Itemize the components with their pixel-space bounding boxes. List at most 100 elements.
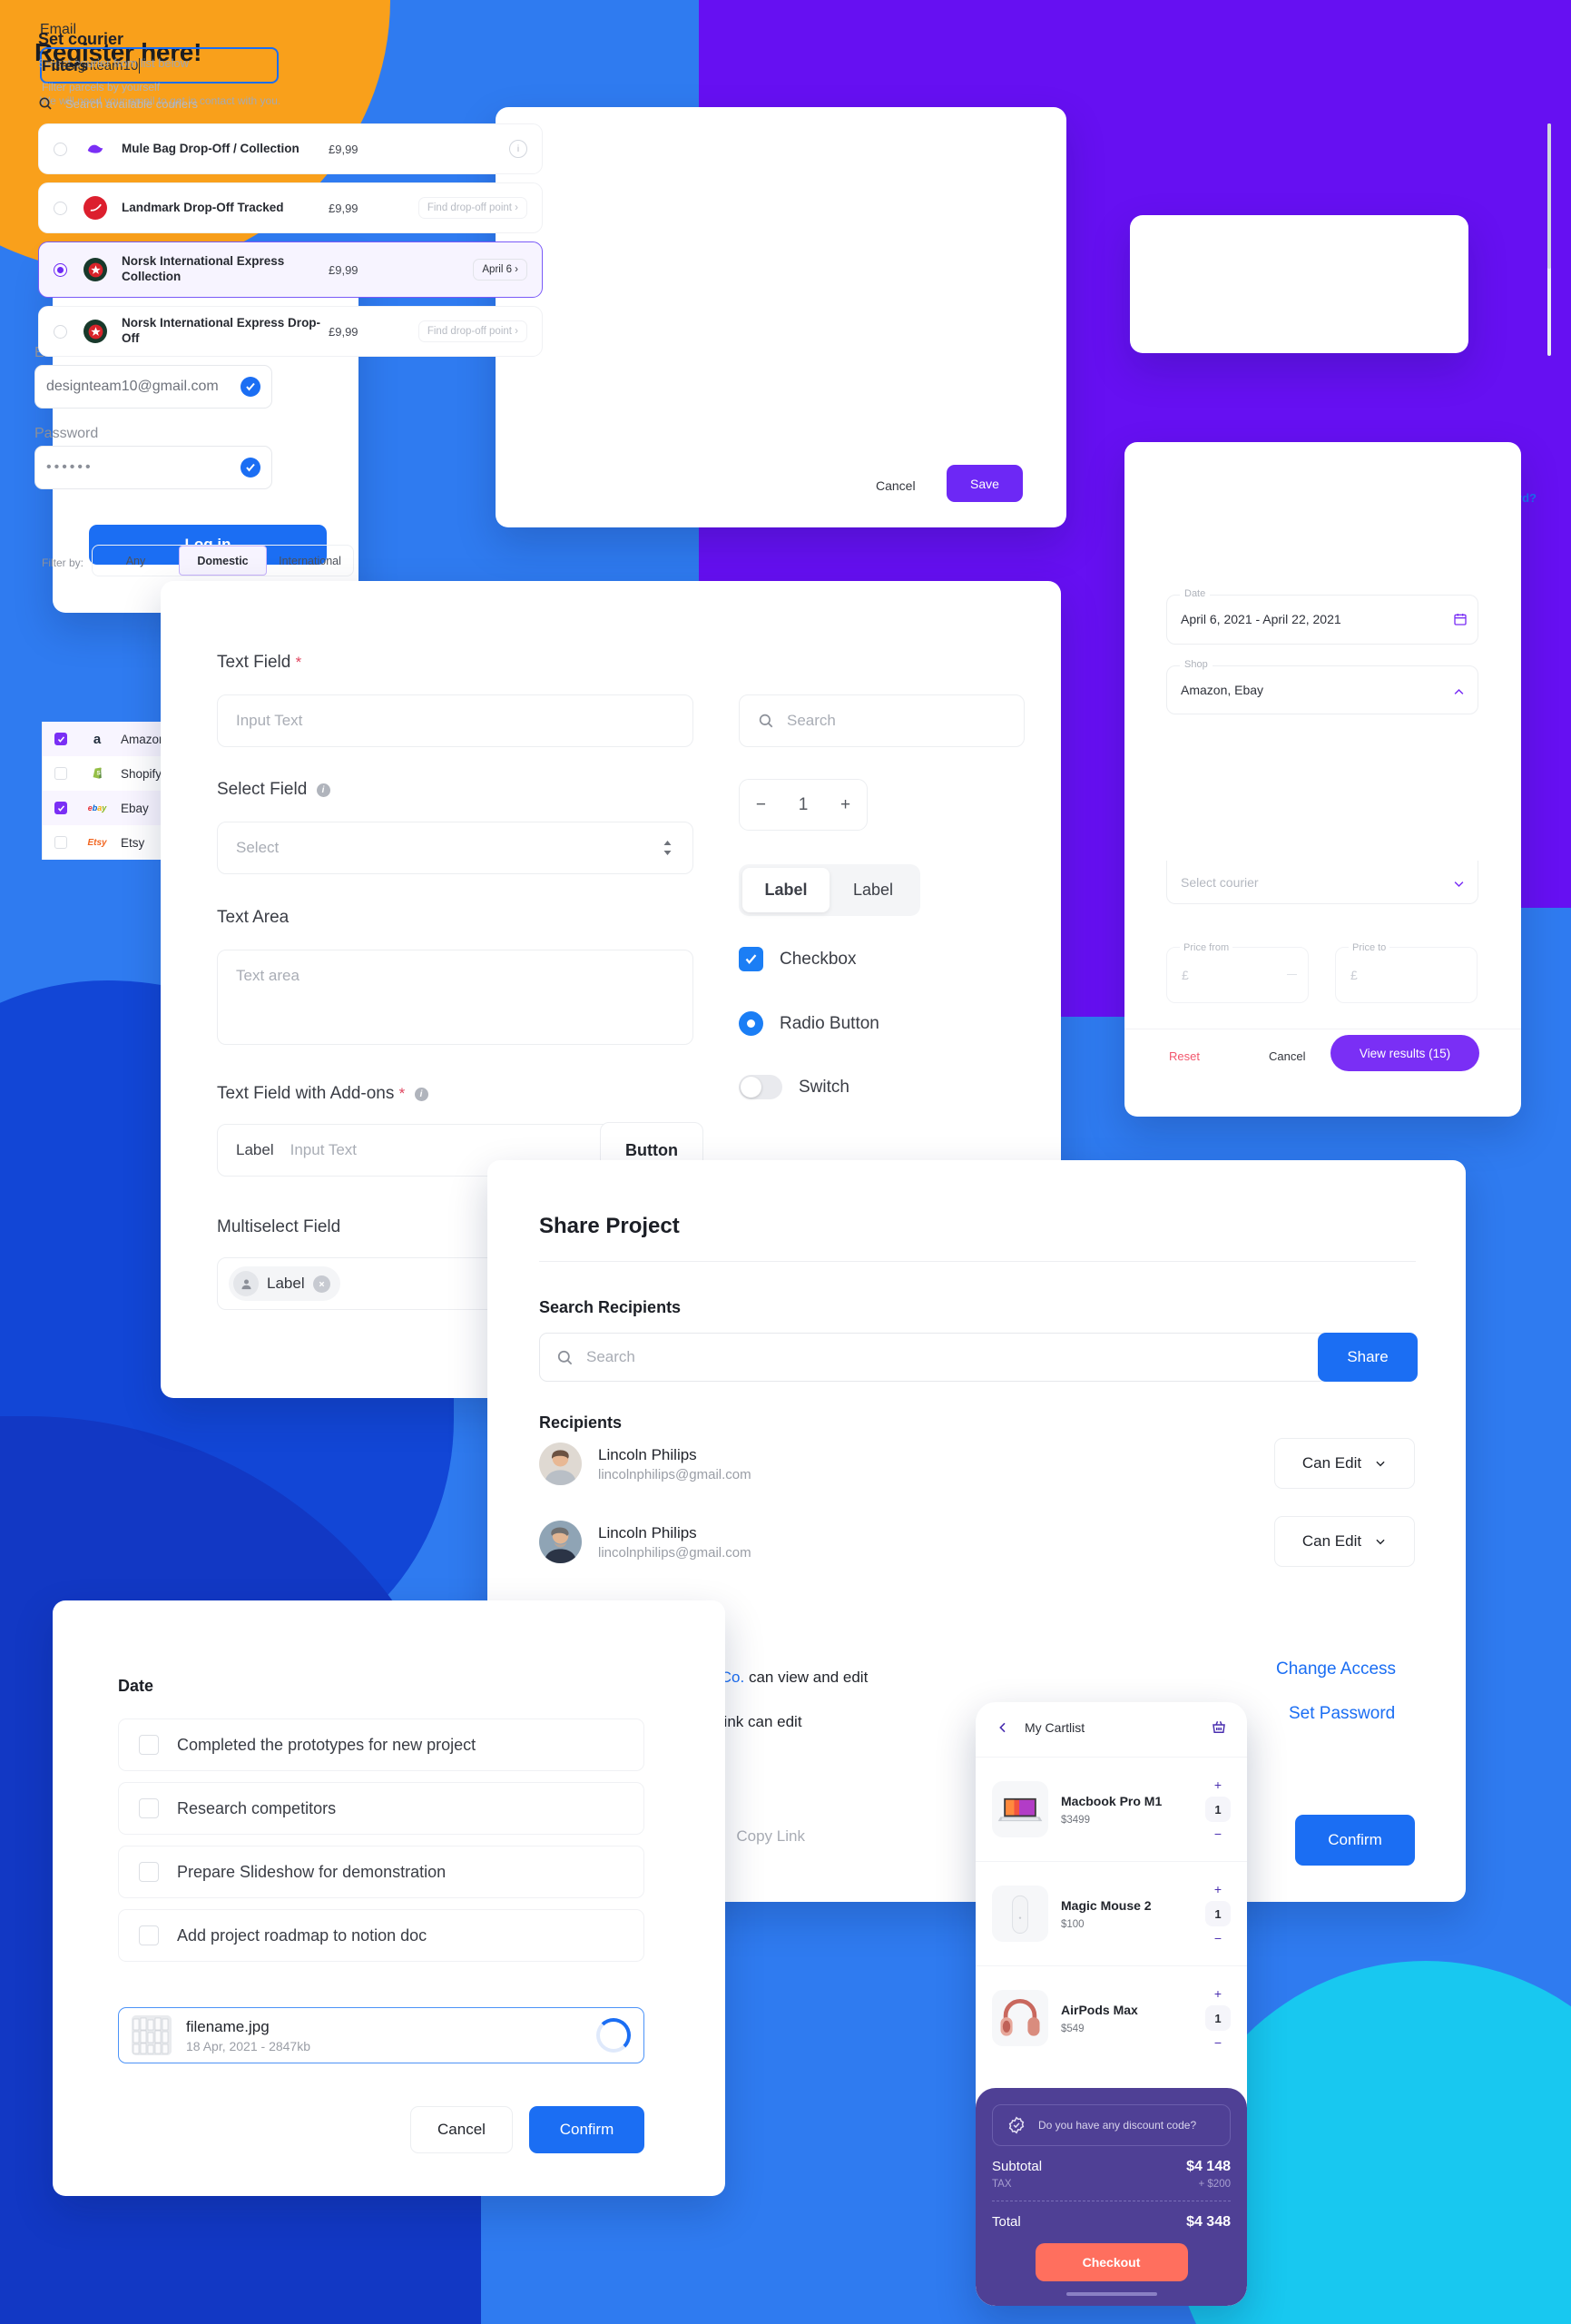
- text-field-input[interactable]: Input Text: [217, 694, 693, 747]
- switch-toggle[interactable]: [739, 1075, 782, 1099]
- radio-icon-selected[interactable]: [739, 1011, 763, 1036]
- todo-item-label: Completed the prototypes for new project: [177, 1735, 476, 1754]
- tab-right[interactable]: Label: [830, 868, 917, 912]
- share-divider: [539, 1261, 1416, 1262]
- courier-cancel-button[interactable]: Cancel: [876, 478, 916, 493]
- filters-cancel-button[interactable]: Cancel: [1269, 1049, 1305, 1063]
- todo-cancel-button[interactable]: Cancel: [410, 2106, 513, 2153]
- checkbox-icon-checked[interactable]: [54, 733, 67, 745]
- reset-filters-button[interactable]: Reset: [1169, 1049, 1200, 1063]
- checkbox-icon[interactable]: [139, 1925, 159, 1945]
- set-password-link[interactable]: Set Password: [1289, 1704, 1395, 1724]
- increment-button[interactable]: +: [1214, 1986, 1222, 2001]
- checkbox-icon[interactable]: [139, 1862, 159, 1882]
- quantity-value: 1: [1205, 2005, 1231, 2031]
- chevron-up-icon[interactable]: [1452, 685, 1466, 699]
- info-icon[interactable]: i: [414, 1088, 428, 1101]
- password-field[interactable]: ••••••: [34, 446, 272, 489]
- share-button[interactable]: Share: [1318, 1333, 1418, 1382]
- courier-save-button[interactable]: Save: [947, 465, 1023, 502]
- checkbox-icon[interactable]: [139, 1735, 159, 1755]
- cart-item-name: Macbook Pro M1: [1061, 1793, 1163, 1808]
- todo-item[interactable]: Prepare Slideshow for demonstration: [118, 1846, 644, 1898]
- tab-left[interactable]: Label: [742, 868, 830, 912]
- email-field[interactable]: designteam10@gmail.com: [34, 365, 272, 409]
- shop-name: Etsy: [121, 835, 145, 850]
- radio-icon[interactable]: [54, 324, 67, 339]
- select-arrows-icon: [663, 841, 672, 855]
- courier-scrollbar[interactable]: [1547, 123, 1551, 356]
- increment-button[interactable]: +: [1214, 1882, 1222, 1896]
- copy-link-link[interactable]: Copy Link: [736, 1827, 805, 1846]
- required-marker: *: [398, 1085, 406, 1102]
- todo-confirm-button[interactable]: Confirm: [529, 2106, 644, 2153]
- chevron-down-icon[interactable]: [1452, 877, 1466, 891]
- info-icon[interactable]: i: [509, 140, 527, 158]
- radio-icon[interactable]: [54, 201, 67, 215]
- courier-row[interactable]: Mule Bag Drop-Off / Collection £9,99 i: [38, 123, 543, 174]
- multiselect-chip[interactable]: Label: [229, 1266, 340, 1301]
- close-icon[interactable]: [312, 1275, 330, 1293]
- switch-row[interactable]: Switch: [739, 1075, 849, 1099]
- info-icon[interactable]: i: [316, 783, 330, 797]
- radio-row[interactable]: Radio Button: [739, 1011, 879, 1036]
- permission-dropdown[interactable]: Can Edit: [1274, 1516, 1415, 1567]
- checkbox-icon-checked[interactable]: [739, 947, 763, 971]
- recipient-search-input[interactable]: Search: [539, 1333, 1328, 1382]
- subtotal-row: Subtotal $4 148: [992, 2159, 1231, 2175]
- segment-international[interactable]: International: [267, 546, 353, 576]
- find-dropoff-point-button[interactable]: Find drop-off point ›: [417, 197, 527, 219]
- checkout-button[interactable]: Checkout: [1035, 2243, 1188, 2281]
- recipient-search-placeholder: Search: [586, 1348, 635, 1365]
- todo-item[interactable]: Research competitors: [118, 1782, 644, 1835]
- courier-row[interactable]: Landmark Drop-Off Tracked £9,99 Find dro…: [38, 182, 543, 233]
- share-confirm-button[interactable]: Confirm: [1295, 1815, 1415, 1866]
- file-upload-row[interactable]: filename.jpg 18 Apr, 2021 - 2847kb: [118, 2007, 644, 2063]
- change-access-link[interactable]: Change Access: [1276, 1659, 1396, 1679]
- todo-item[interactable]: Completed the prototypes for new project: [118, 1718, 644, 1771]
- increment-button[interactable]: +: [1214, 1777, 1222, 1792]
- decrement-button[interactable]: −: [1214, 1827, 1222, 1841]
- checkbox-icon[interactable]: [139, 1798, 159, 1818]
- permission-value: Can Edit: [1301, 1454, 1362, 1472]
- checkbox-row[interactable]: Checkbox: [739, 947, 857, 971]
- select-field[interactable]: Select: [217, 822, 693, 874]
- scrollbar-thumb[interactable]: [1547, 123, 1551, 269]
- checkbox-icon[interactable]: [54, 836, 67, 849]
- recipient-info: Lincoln Philips lincolnphilips@gmail.com: [598, 1524, 751, 1561]
- recipients-heading: Recipients: [539, 1413, 623, 1432]
- text-area-input[interactable]: Text area: [217, 950, 693, 1045]
- addons-prefix-label: Label: [236, 1141, 274, 1158]
- stepper-increment-button[interactable]: +: [840, 795, 850, 815]
- etsy-logo-icon: Etsy: [87, 837, 107, 848]
- decrement-button[interactable]: −: [1214, 1931, 1222, 1945]
- recipient-row: Lincoln Philips lincolnphilips@gmail.com: [539, 1443, 751, 1485]
- segment-domestic[interactable]: Domestic: [179, 546, 267, 576]
- find-dropoff-point-button[interactable]: Find drop-off point ›: [417, 320, 527, 342]
- segment-any[interactable]: Any: [93, 546, 179, 576]
- stepper-decrement-button[interactable]: −: [756, 795, 766, 815]
- radio-icon[interactable]: [54, 142, 67, 156]
- basket-icon[interactable]: [1211, 1719, 1227, 1736]
- radio-icon-selected[interactable]: [54, 262, 67, 277]
- price-to-field[interactable]: £: [1335, 947, 1478, 1003]
- back-chevron-icon[interactable]: [996, 1720, 1010, 1735]
- quantity-stepper[interactable]: − 1 +: [739, 779, 868, 831]
- courier-row-selected[interactable]: Norsk International Express Collection £…: [38, 241, 543, 298]
- calendar-icon[interactable]: [1453, 612, 1468, 626]
- courier-name: Mule Bag Drop-Off / Collection: [122, 141, 299, 155]
- permission-dropdown[interactable]: Can Edit: [1274, 1438, 1415, 1489]
- addons-label-text: Text Field with Add-ons: [217, 1084, 395, 1103]
- view-results-button[interactable]: View results (15): [1330, 1035, 1479, 1071]
- discount-code-field[interactable]: Do you have any discount code?: [992, 2104, 1231, 2146]
- courier-date-button[interactable]: April 6 ›: [473, 259, 527, 281]
- form-search-placeholder: Search: [787, 712, 836, 729]
- checkbox-icon[interactable]: [54, 767, 67, 780]
- price-from-field[interactable]: £: [1166, 947, 1309, 1003]
- decrement-button[interactable]: −: [1214, 2035, 1222, 2050]
- form-search-input[interactable]: Search: [739, 694, 1025, 747]
- todo-item[interactable]: Add project roadmap to notion doc: [118, 1909, 644, 1962]
- checkbox-icon-checked[interactable]: [54, 802, 67, 814]
- checkbox-label: Checkbox: [780, 949, 857, 969]
- courier-row[interactable]: Norsk International Express Drop-Off £9,…: [38, 306, 543, 357]
